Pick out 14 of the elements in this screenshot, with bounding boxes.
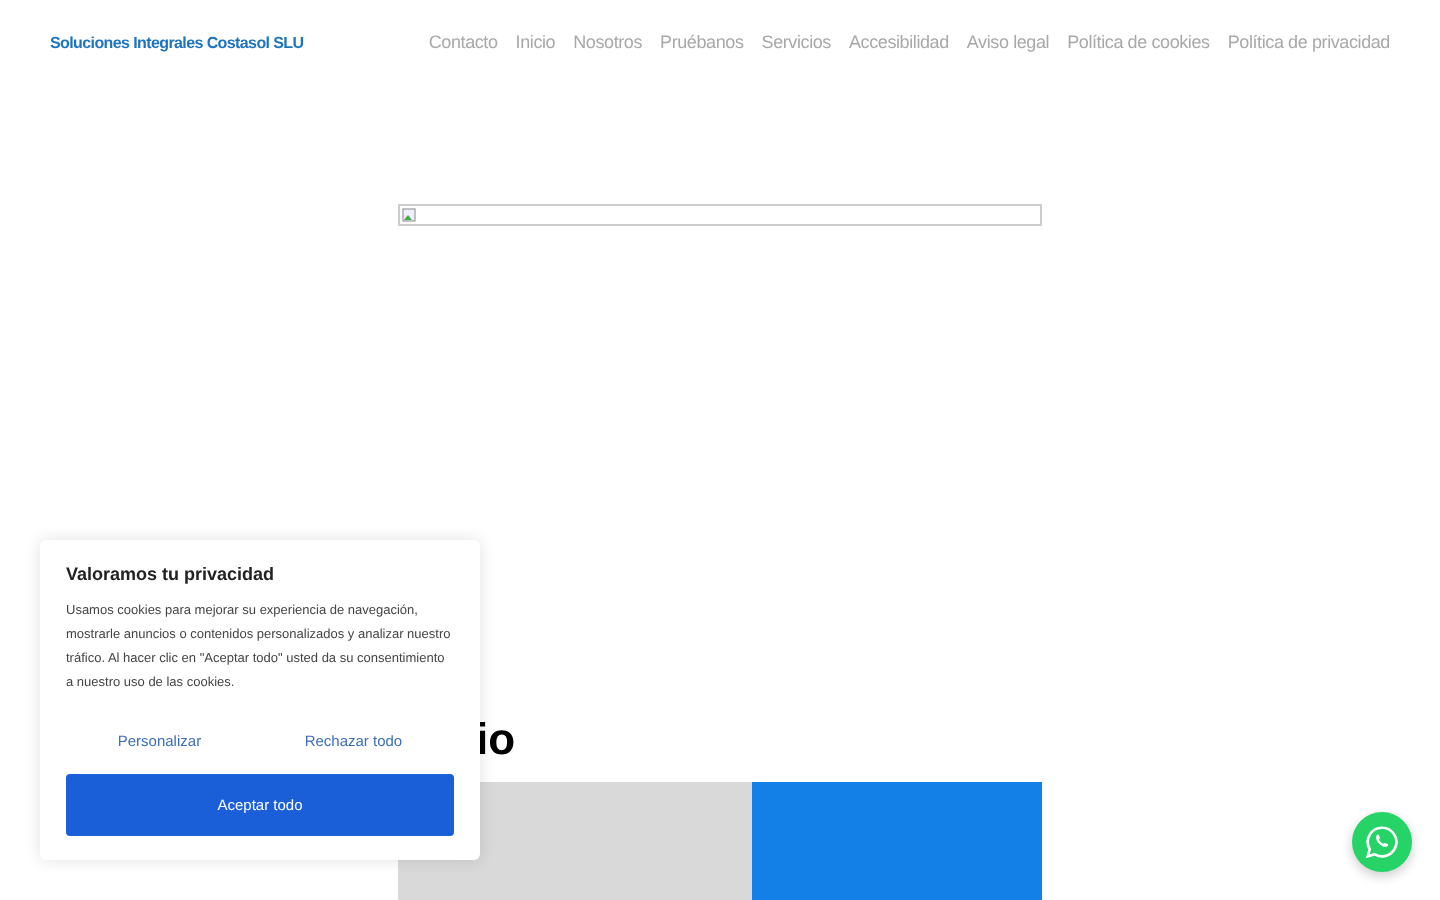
nav-link[interactable]: Nosotros [573,32,643,52]
site-title[interactable]: Soluciones Integrales Costasol SLU [50,33,304,51]
nav-link[interactable]: Política de privacidad [1227,32,1390,52]
nav-link[interactable]: Pruébanos [660,32,744,52]
nav-link[interactable]: Contacto [428,32,498,52]
nav-link[interactable]: Accesibilidad [848,32,949,52]
nav-link[interactable]: Inicio [515,32,556,52]
nav-link[interactable]: Política de cookies [1067,32,1210,52]
phone-bubble-icon [1364,824,1400,860]
cookie-title: Valoramos tu privacidad [66,564,277,584]
chat-button[interactable] [1352,812,1412,872]
nav-link[interactable]: Aviso legal [966,32,1050,52]
broken-image-icon [402,208,416,222]
nav-link[interactable]: Servicios [761,32,831,52]
